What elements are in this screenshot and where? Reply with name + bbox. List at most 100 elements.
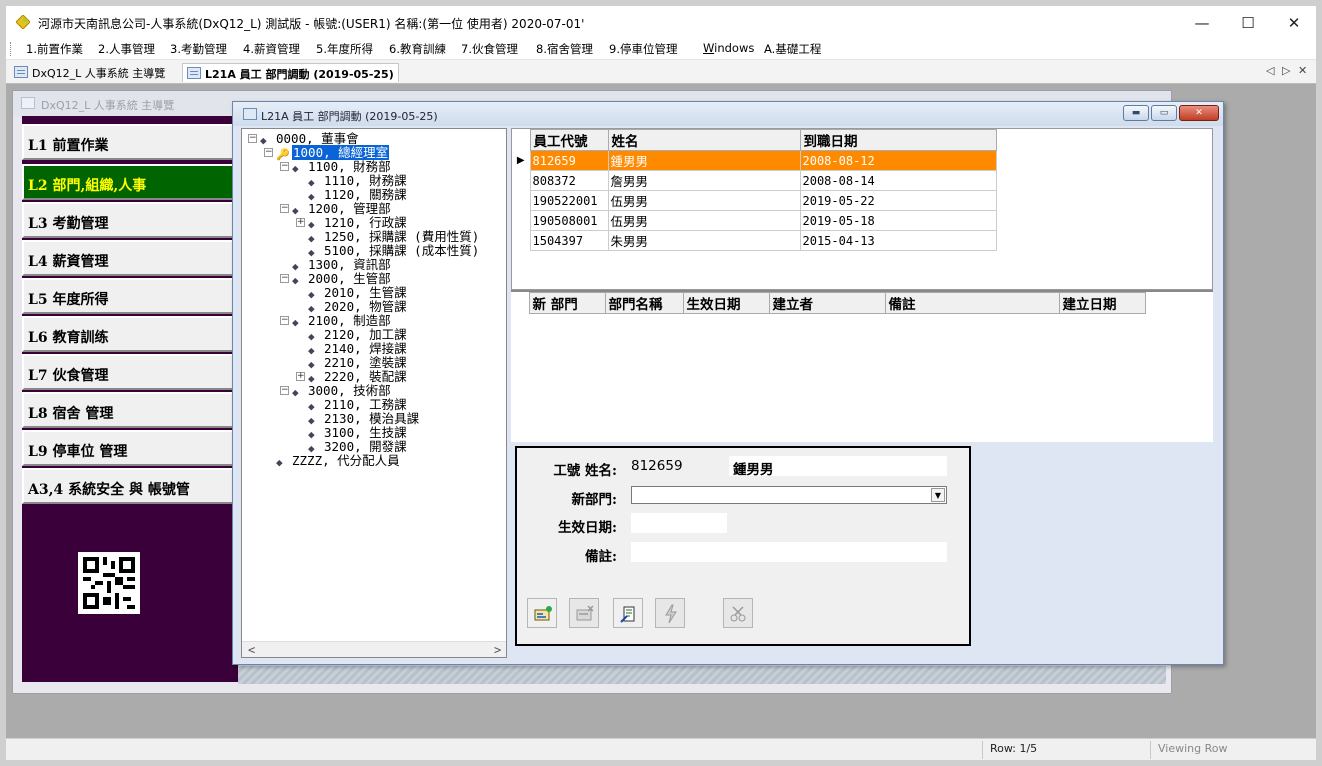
delete-record-button[interactable]	[569, 598, 599, 628]
collapse-icon[interactable]: −	[280, 204, 289, 213]
tree-node[interactable]: ◆ 1200, 管理部	[292, 202, 391, 217]
nav-button-l7[interactable]: L7 伙食管理	[22, 354, 234, 390]
lightning-button[interactable]	[655, 598, 685, 628]
child-close-button[interactable]: ✕	[1179, 105, 1219, 121]
tree-node[interactable]: ◆ 1210, 行政課	[308, 216, 407, 231]
tree-node[interactable]: ◆ 2100, 制造部	[292, 314, 391, 329]
tree-horizontal-scrollbar[interactable]: < >	[242, 641, 506, 657]
maximize-button[interactable]: ☐	[1226, 10, 1270, 36]
menu-dormitory[interactable]: 8.宿舍管理	[536, 41, 593, 57]
tree-node[interactable]: ◆ 2120, 加工課	[308, 328, 407, 343]
collapse-icon[interactable]: −	[280, 316, 289, 325]
expand-icon[interactable]: +	[296, 372, 305, 381]
tab-scroll-right-icon[interactable]: ▷	[1282, 64, 1290, 77]
new-dept-select[interactable]: ▼	[631, 486, 947, 504]
emp-id-cell[interactable]: 808372	[529, 170, 609, 191]
collapse-icon[interactable]: −	[248, 134, 257, 143]
menu-catering[interactable]: 7.伙食管理	[461, 41, 518, 57]
name-cell[interactable]: 伍男男	[607, 210, 801, 231]
hire-date-cell[interactable]: 2008-08-12	[799, 150, 997, 171]
tab-department-transfer[interactable]: L21A 員工 部門調動 (2019-05-25)	[182, 63, 399, 82]
scroll-left-icon[interactable]: <	[248, 643, 255, 657]
table-row[interactable]: 808372 詹男男 2008-08-14	[512, 170, 997, 191]
name-cell[interactable]: 伍男男	[607, 190, 801, 211]
collapse-icon[interactable]: −	[280, 386, 289, 395]
emp-id-cell[interactable]: 190508001	[529, 210, 609, 231]
tree-node[interactable]: ◆ 2210, 塗裝課	[308, 356, 407, 371]
add-record-button[interactable]	[527, 598, 557, 628]
nav-button-l5[interactable]: L5 年度所得	[22, 278, 234, 314]
nav-button-l6[interactable]: L6 教育訓练	[22, 316, 234, 352]
menu-training[interactable]: 6.教育訓練	[389, 41, 446, 57]
collapse-icon[interactable]: −	[280, 162, 289, 171]
nav-button-l8[interactable]: L8 宿舍 管理	[22, 392, 234, 428]
scissors-button[interactable]	[723, 598, 753, 628]
child-restore-button[interactable]: ▭	[1151, 105, 1177, 121]
nav-button-a34[interactable]: A3,4 系統安全 與 帳號管	[22, 468, 234, 504]
nav-button-l9[interactable]: L9 停車位 管理	[22, 430, 234, 466]
hire-date-cell[interactable]: 2019-05-22	[799, 190, 997, 211]
collapse-icon[interactable]: −	[264, 148, 273, 157]
minimize-button[interactable]: —	[1180, 10, 1224, 36]
emp-id-cell[interactable]: 812659	[529, 150, 609, 171]
close-button[interactable]: ✕	[1272, 10, 1316, 36]
col-header-note[interactable]: 備註	[884, 292, 1060, 314]
tree-node[interactable]: ◆ 5100, 採購課 (成本性質)	[308, 244, 479, 259]
tree-node[interactable]: ◆ 2110, 工務課	[308, 398, 407, 413]
child-minimize-button[interactable]: ▬	[1123, 105, 1149, 121]
col-header-dept-name[interactable]: 部門名稱	[604, 292, 684, 314]
collapse-icon[interactable]: −	[280, 274, 289, 283]
edit-record-button[interactable]	[613, 598, 643, 628]
menu-basic-engineering[interactable]: A.基礎工程	[764, 41, 821, 57]
col-header-created-date[interactable]: 建立日期	[1058, 292, 1146, 314]
table-row[interactable]: 190522001 伍男男 2019-05-22	[512, 190, 997, 211]
tree-node[interactable]: ◆ 2140, 焊接課	[308, 342, 407, 357]
scroll-right-icon[interactable]: >	[494, 643, 501, 657]
note-input[interactable]	[631, 542, 947, 562]
expand-icon[interactable]: +	[296, 218, 305, 227]
tree-node[interactable]: 🔑 1000, 總經理室	[276, 145, 390, 160]
menu-personnel[interactable]: 2.人事管理	[98, 41, 155, 57]
tab-close-icon[interactable]: ✕	[1298, 64, 1307, 77]
col-header-emp-id[interactable]: 員工代號	[529, 129, 609, 151]
col-header-creator[interactable]: 建立者	[768, 292, 886, 314]
nav-button-l1[interactable]: L1 前置作業	[22, 124, 234, 160]
tree-node[interactable]: ◆ 3200, 開發課	[308, 440, 407, 455]
tree-node[interactable]: ◆ ZZZZ, 代分配人員	[276, 454, 400, 469]
tree-node[interactable]: ◆ 3000, 技術部	[292, 384, 391, 399]
menu-annual-income[interactable]: 5.年度所得	[316, 41, 373, 57]
tree-node[interactable]: ◆ 0000, 董事會	[260, 132, 359, 147]
tree-node[interactable]: ◆ 2130, 模治具課	[308, 412, 419, 427]
hire-date-cell[interactable]: 2008-08-14	[799, 170, 997, 191]
nav-button-l3[interactable]: L3 考勤管理	[22, 202, 234, 238]
effective-date-input[interactable]	[631, 513, 727, 533]
col-header-hire-date[interactable]: 到職日期	[799, 129, 997, 151]
nav-button-l4[interactable]: L4 薪資管理	[22, 240, 234, 276]
tab-main-navigation[interactable]: DxQ12_L 人事系統 主導覽	[10, 63, 169, 82]
col-header-name[interactable]: 姓名	[607, 129, 801, 151]
tree-node[interactable]: ◆ 1110, 財務課	[308, 174, 407, 189]
tree-node[interactable]: ◆ 2010, 生管課	[308, 286, 407, 301]
table-row[interactable]: 1504397 朱男男 2015-04-13	[512, 230, 997, 251]
department-tree[interactable]: − ◆ 0000, 董事會 − 🔑 1000, 總經理室 − ◆ 1100, 財務部 ◆ 1110,…	[241, 128, 507, 658]
tree-node[interactable]: ◆ 1120, 關務課	[308, 188, 407, 203]
menu-windows[interactable]: Windows	[703, 41, 754, 55]
col-header-effective-date[interactable]: 生效日期	[682, 292, 770, 314]
tree-node[interactable]: ◆ 3100, 生技課	[308, 426, 407, 441]
name-cell[interactable]: 朱男男	[607, 230, 801, 251]
menu-attendance[interactable]: 3.考勤管理	[170, 41, 227, 57]
tab-scroll-left-icon[interactable]: ◁	[1266, 64, 1274, 77]
hire-date-cell[interactable]: 2015-04-13	[799, 230, 997, 251]
tree-node[interactable]: ◆ 1300, 資訊部	[292, 258, 391, 273]
tree-node[interactable]: ◆ 1250, 採購課 (費用性質)	[308, 230, 479, 245]
menu-parking[interactable]: 9.停車位管理	[609, 41, 677, 57]
nav-button-l2[interactable]: L2 部門,組織,人事	[22, 164, 234, 200]
hire-date-cell[interactable]: 2019-05-18	[799, 210, 997, 231]
table-row[interactable]: ▶ 812659 鍾男男 2008-08-12	[512, 150, 997, 171]
tree-node[interactable]: ◆ 1100, 財務部	[292, 160, 391, 175]
name-cell[interactable]: 鍾男男	[607, 150, 801, 171]
tree-node[interactable]: ◆ 2020, 物管課	[308, 300, 407, 315]
menu-payroll[interactable]: 4.薪資管理	[243, 41, 300, 57]
menu-setup[interactable]: 1.前置作業	[26, 41, 83, 57]
emp-id-cell[interactable]: 190522001	[529, 190, 609, 211]
